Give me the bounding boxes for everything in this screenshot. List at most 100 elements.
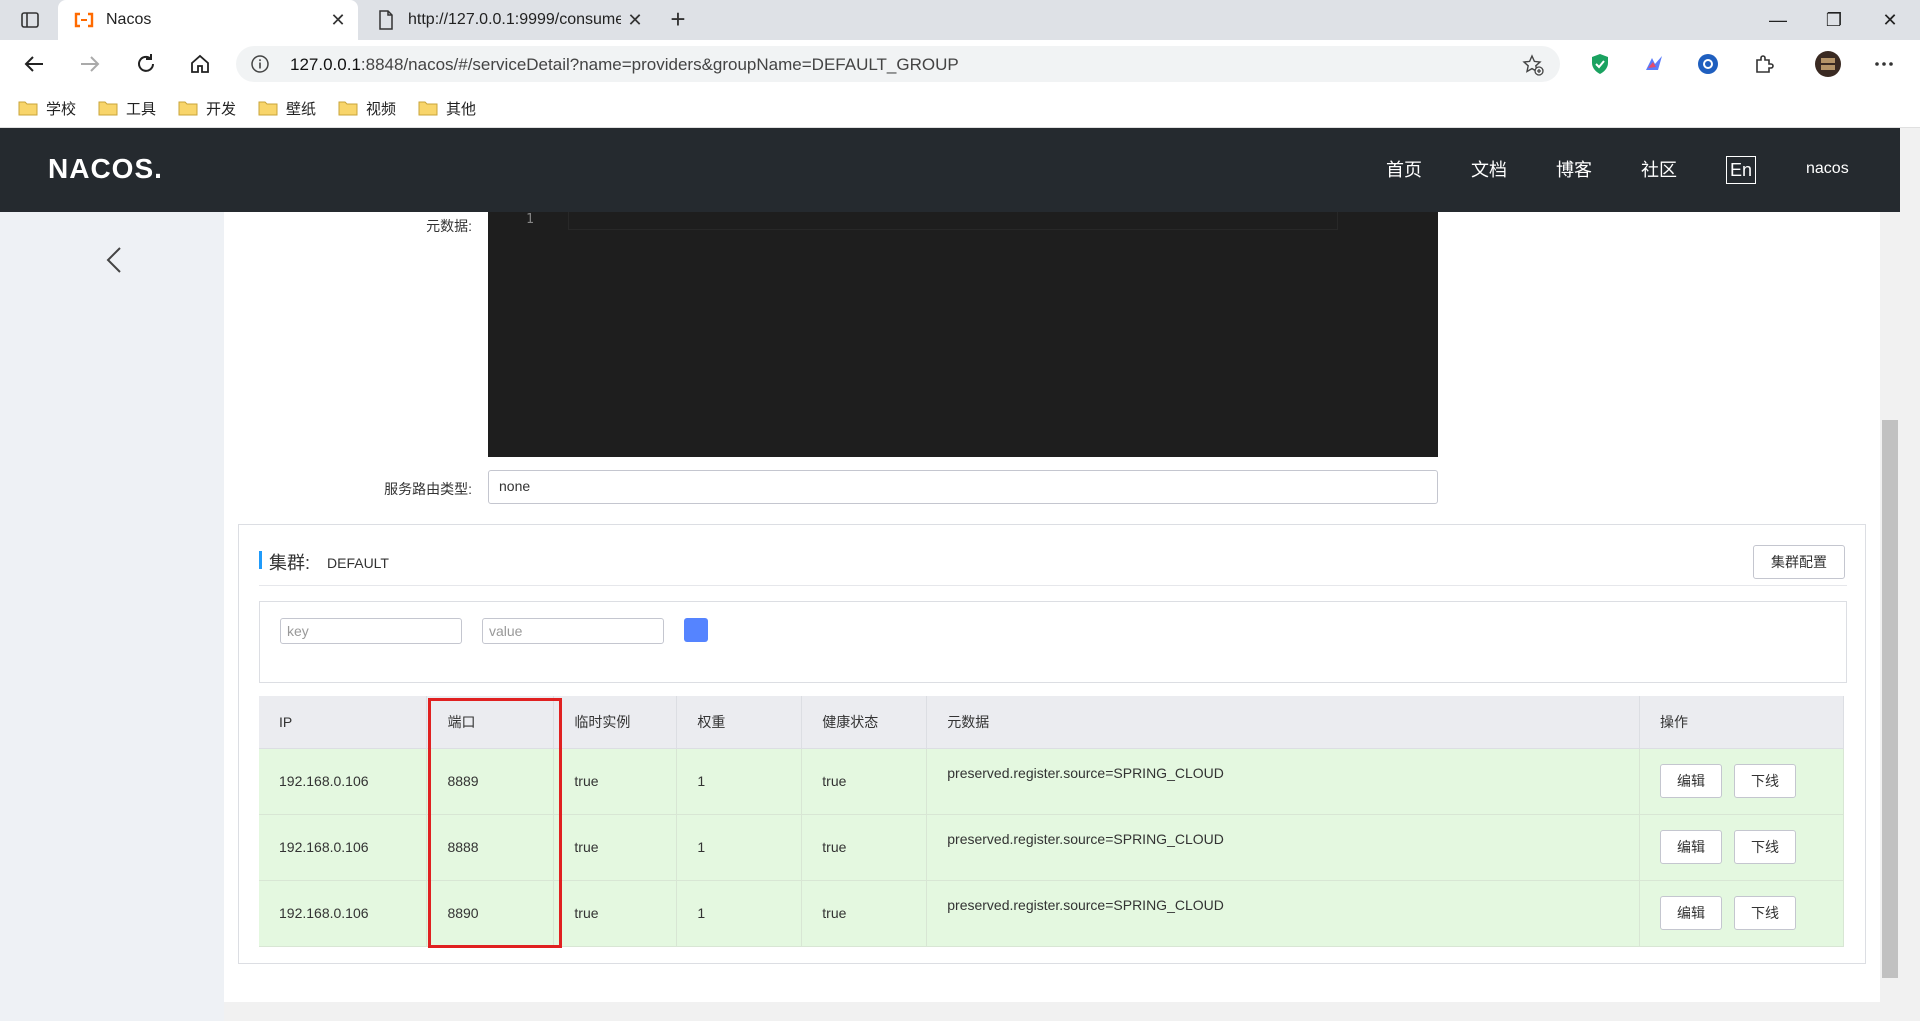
cell-ip: 192.168.0.106 — [259, 814, 428, 881]
cell-actions: 编辑 下线 — [1639, 748, 1844, 815]
cell-healthy: true — [801, 814, 928, 881]
close-icon[interactable]: ✕ — [324, 10, 352, 31]
nav-community[interactable]: 社区 — [1641, 156, 1677, 182]
current-line — [568, 212, 1338, 230]
column-header-actions: 操作 — [1639, 696, 1844, 749]
folder-icon — [18, 101, 38, 116]
cluster-title: 集群: — [269, 553, 311, 573]
cell-weight: 1 — [676, 880, 803, 947]
tab-title: Nacos — [106, 11, 152, 28]
cluster-config-button[interactable]: 集群配置 — [1753, 545, 1845, 579]
bookmark-folder[interactable]: 开发 — [178, 96, 236, 120]
port-column-highlight — [428, 698, 562, 948]
forward-icon[interactable] — [74, 48, 106, 80]
info-icon[interactable] — [250, 54, 270, 74]
user-menu[interactable]: nacos — [1806, 160, 1849, 178]
folder-icon — [178, 101, 198, 116]
metadata-editor[interactable]: 1 — [488, 212, 1438, 457]
url-text[interactable]: 127.0.0.1:8848/nacos/#/serviceDetail?nam… — [290, 55, 959, 75]
nav-blog[interactable]: 博客 — [1556, 156, 1592, 182]
bookmark-folder[interactable]: 其他 — [418, 96, 476, 120]
cell-metadata: preserved.register.source=SPRING_CLOUD — [926, 814, 1641, 881]
tab-nacos[interactable]: Nacos ✕ — [58, 0, 358, 40]
cell-actions: 编辑 下线 — [1639, 880, 1844, 947]
nav-home[interactable]: 首页 — [1386, 156, 1422, 182]
bird-extension-icon[interactable] — [1642, 52, 1666, 76]
back-icon[interactable] — [18, 48, 50, 80]
nav-docs[interactable]: 文档 — [1471, 156, 1507, 182]
filter-key-input[interactable]: key — [280, 618, 462, 644]
route-type-label: 服务路由类型: — [384, 481, 472, 497]
folder-icon — [338, 101, 358, 116]
svg-text:NACOS.: NACOS. — [48, 153, 163, 184]
column-header-metadata: 元数据 — [926, 696, 1641, 749]
route-type-input[interactable]: none — [488, 470, 1438, 504]
bookmark-folder[interactable]: 学校 — [18, 96, 76, 120]
page-icon — [376, 10, 396, 30]
cell-metadata: preserved.register.source=SPRING_CLOUD — [926, 748, 1641, 815]
favorite-add-icon[interactable] — [1522, 54, 1544, 76]
chevron-left-icon[interactable] — [102, 244, 126, 276]
offline-button[interactable]: 下线 — [1734, 896, 1797, 930]
cell-ephemeral: true — [553, 814, 678, 881]
edge-extension-icon[interactable] — [1696, 52, 1720, 76]
cell-healthy: true — [801, 748, 928, 815]
language-switch[interactable]: En — [1726, 156, 1756, 184]
cell-weight: 1 — [676, 814, 803, 881]
more-icon[interactable] — [1872, 52, 1896, 76]
add-filter-button[interactable] — [684, 618, 708, 642]
nacos-logo[interactable]: NACOS. — [48, 152, 172, 189]
home-icon[interactable] — [184, 48, 216, 80]
filter-value-input[interactable]: value — [482, 618, 664, 644]
column-header-ip: IP — [259, 696, 428, 749]
tab-actions-icon[interactable] — [18, 8, 42, 32]
minimize-icon[interactable]: — — [1750, 0, 1806, 40]
cell-healthy: true — [801, 880, 928, 947]
cell-metadata: preserved.register.source=SPRING_CLOUD — [926, 880, 1641, 947]
tab-title: http://127.0.0.1:9999/consumer/ — [408, 11, 621, 28]
page-scrollbar[interactable] — [1900, 128, 1920, 1021]
offline-button[interactable]: 下线 — [1734, 764, 1797, 798]
restore-icon[interactable]: ❐ — [1806, 0, 1862, 40]
cell-weight: 1 — [676, 748, 803, 815]
bookmark-folder[interactable]: 工具 — [98, 96, 156, 120]
cluster-name: DEFAULT — [327, 555, 389, 571]
puzzle-extensions-icon[interactable] — [1752, 52, 1776, 76]
bookmark-folder[interactable]: 视频 — [338, 96, 396, 120]
close-icon[interactable]: ✕ — [621, 10, 649, 31]
nacos-header: NACOS. 首页 文档 博客 社区 En nacos — [0, 128, 1900, 212]
offline-button[interactable]: 下线 — [1734, 830, 1797, 864]
browser-tab-bar: Nacos ✕ http://127.0.0.1:9999/consumer/ … — [0, 0, 1920, 40]
folder-icon — [258, 101, 278, 116]
edit-button[interactable]: 编辑 — [1660, 830, 1723, 864]
scrollbar-thumb[interactable] — [1882, 420, 1898, 978]
bookmarks-bar: 学校 工具 开发 壁纸 视频 其他 — [0, 88, 1920, 128]
window-close-icon[interactable]: ✕ — [1862, 0, 1918, 40]
title-accent-bar — [259, 551, 262, 569]
metadata-filter: key value — [259, 601, 1847, 683]
side-panel — [0, 212, 224, 1021]
edit-button[interactable]: 编辑 — [1660, 896, 1723, 930]
tab-consumer[interactable]: http://127.0.0.1:9999/consumer/ ✕ — [360, 0, 655, 40]
folder-icon — [98, 101, 118, 116]
horizontal-scrollbar[interactable] — [224, 1002, 1900, 1021]
line-number: 1 — [526, 212, 534, 227]
divider — [259, 585, 1847, 586]
bookmark-folder[interactable]: 壁纸 — [258, 96, 316, 120]
cell-actions: 编辑 下线 — [1639, 814, 1844, 881]
profile-avatar[interactable] — [1814, 50, 1842, 78]
column-header-health: 健康状态 — [801, 696, 928, 749]
refresh-icon[interactable] — [130, 48, 162, 80]
folder-icon — [418, 101, 438, 116]
column-header-weight: 权重 — [676, 696, 803, 749]
metadata-label: 元数据: — [426, 218, 472, 234]
nacos-favicon-icon — [74, 10, 94, 30]
column-header-ephemeral: 临时实例 — [553, 696, 678, 749]
cell-ip: 192.168.0.106 — [259, 748, 428, 815]
new-tab-icon[interactable]: + — [664, 6, 692, 34]
cell-ephemeral: true — [553, 748, 678, 815]
edit-button[interactable]: 编辑 — [1660, 764, 1723, 798]
browser-toolbar: 127.0.0.1:8848/nacos/#/serviceDetail?nam… — [0, 40, 1920, 88]
shield-extension-icon[interactable] — [1588, 52, 1612, 76]
address-bar[interactable]: 127.0.0.1:8848/nacos/#/serviceDetail?nam… — [236, 46, 1560, 82]
